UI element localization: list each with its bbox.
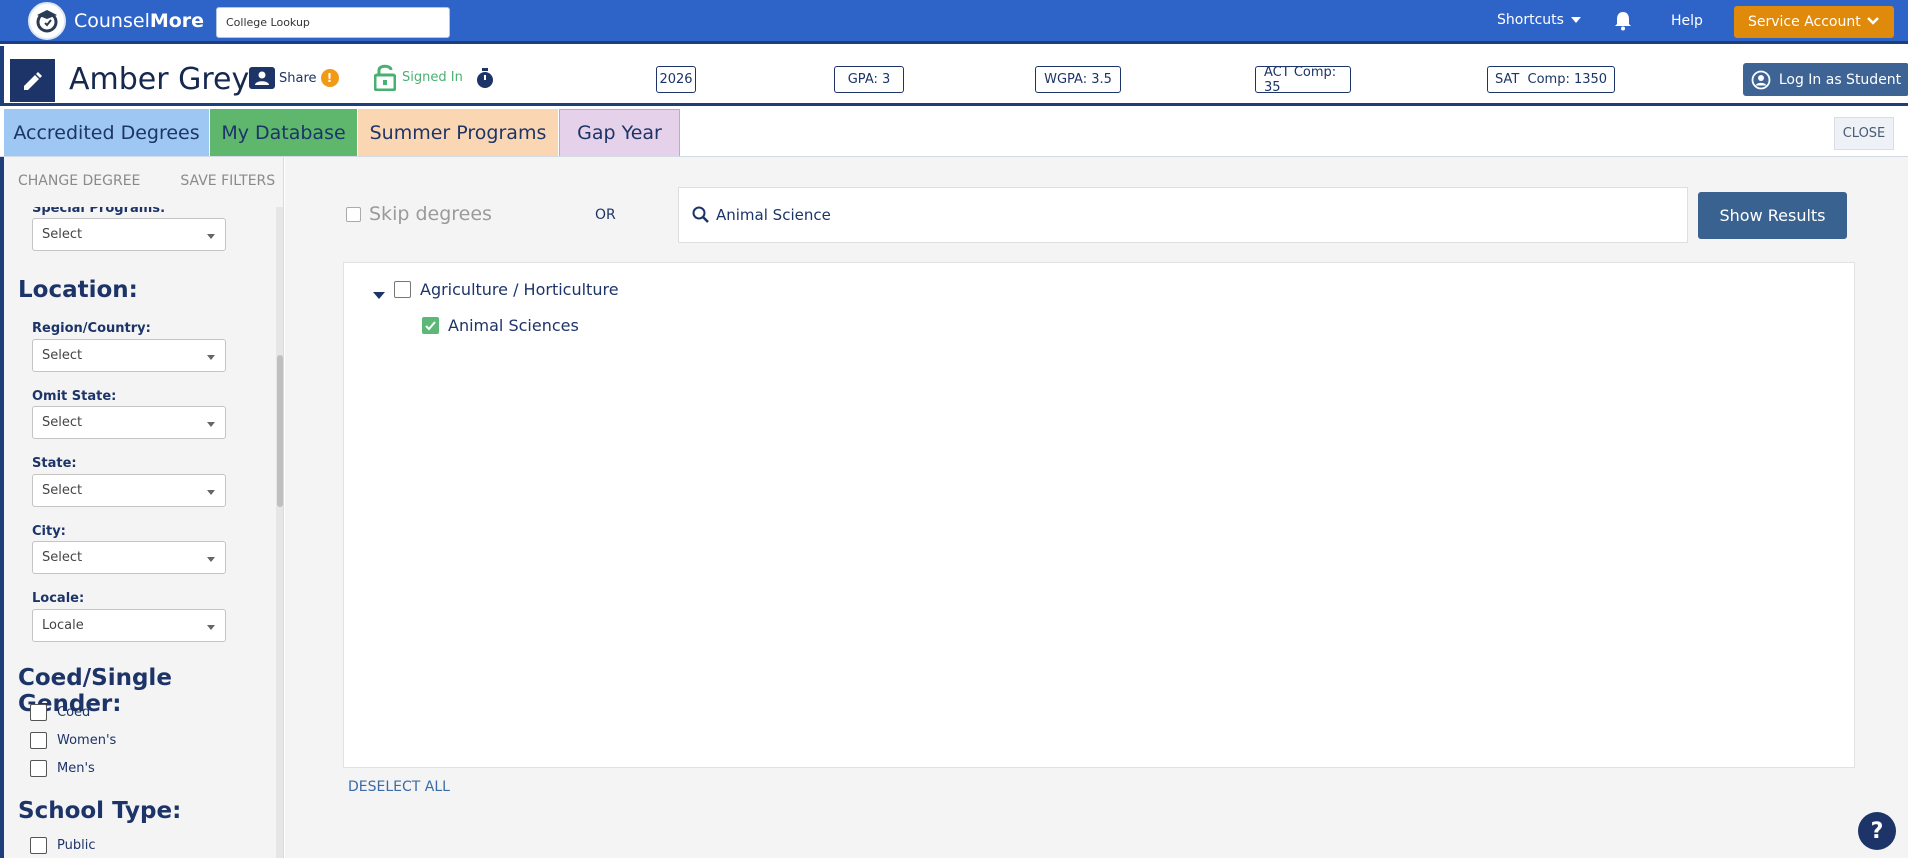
service-account-button[interactable]: Service Account [1734,6,1894,38]
mens-label: Men's [57,761,95,776]
search-icon [692,206,709,223]
pencil-icon [23,71,42,90]
caret-down-icon [207,557,215,562]
caret-down-icon [207,625,215,630]
college-lookup-input[interactable]: College Lookup [216,7,450,38]
signed-in-label: Signed In [402,69,463,85]
main-content: Skip degrees OR Animal Science Show Resu… [285,157,1908,858]
grad-year-badge: 2026 [656,66,696,93]
close-button[interactable]: CLOSE [1834,117,1894,150]
chevron-down-icon [1867,17,1879,25]
caret-down-icon [207,490,215,495]
school-type-heading: School Type: [18,798,182,824]
sidebar-scroll-area[interactable]: Special Programs: Select Location: Regio… [4,207,276,858]
locale-label: Locale: [32,591,85,606]
checkbox-box [30,837,47,854]
checkbox-box [30,760,47,777]
tree-item-label: Agriculture / Horticulture [420,280,619,299]
log-in-as-student-button[interactable]: Log In as Student [1743,63,1908,96]
caret-down-icon [1570,17,1581,23]
tree-item-label: Animal Sciences [448,316,579,335]
shortcuts-menu[interactable]: Shortcuts [1497,12,1581,28]
help-fab-button[interactable]: ? [1858,812,1896,850]
checkbox-box [30,704,47,721]
top-navbar: CounselMore College Lookup Shortcuts Hel… [0,0,1908,44]
signed-in-status[interactable]: Signed In [374,63,463,91]
sidebar-scrollbar-thumb[interactable] [277,355,283,507]
tab-summer-programs[interactable]: Summer Programs [358,109,558,157]
service-account-label: Service Account [1748,14,1861,30]
change-degree-link[interactable]: CHANGE DEGREE [18,173,140,189]
share-folder-icon [249,67,275,89]
student-info-bar: Amber Grey Share ! Signed In 2026 GPA: 3… [0,46,1908,106]
sidebar-actions: CHANGE DEGREE SAVE FILTERS [18,173,283,189]
tab-my-database[interactable]: My Database [210,109,357,157]
degree-search-input[interactable]: Animal Science [678,187,1688,243]
tree-item-animal-sciences[interactable]: Animal Sciences [422,316,579,335]
shortcuts-label: Shortcuts [1497,12,1564,28]
womens-label: Women's [57,733,117,748]
region-select[interactable]: Select [32,339,226,372]
coed-checkbox[interactable]: Coed [30,704,90,721]
help-link[interactable]: Help [1671,13,1703,29]
share-label: Share [279,70,317,86]
special-programs-select[interactable]: Select [32,218,226,251]
mens-checkbox[interactable]: Men's [30,760,95,777]
womens-checkbox[interactable]: Women's [30,732,116,749]
degree-tree-panel: Agriculture / Horticulture Animal Scienc… [343,262,1855,768]
share-button[interactable]: Share ! [249,67,339,89]
act-badge: ACT Comp: 35 [1255,65,1351,95]
graduation-cap-icon [28,2,66,40]
caret-down-icon [207,422,215,427]
tree-item-agriculture[interactable]: Agriculture / Horticulture [394,280,619,299]
stopwatch-icon[interactable] [476,68,494,92]
state-select[interactable]: Select [32,474,226,507]
caret-down-icon [207,355,215,360]
skip-degrees-checkbox[interactable]: Skip degrees [346,203,492,225]
public-checkbox[interactable]: Public [30,837,95,854]
caret-down-icon[interactable] [373,292,385,299]
filters-sidebar: CHANGE DEGREE SAVE FILTERS Special Progr… [0,157,284,858]
checkbox-box [30,732,47,749]
location-heading: Location: [18,277,138,303]
city-label: City: [32,524,66,539]
wgpa-badge: WGPA: 3.5 [1035,66,1121,93]
omit-state-select[interactable]: Select [32,406,226,439]
state-label: State: [32,456,77,471]
region-label: Region/Country: [32,321,151,336]
skip-degrees-label: Skip degrees [369,203,492,225]
coed-label: Coed [57,705,91,720]
omit-state-label: Omit State: [32,389,117,404]
log-in-as-student-label: Log In as Student [1778,71,1902,88]
special-programs-label: Special Programs: [32,207,166,216]
checkbox-box [346,206,361,222]
public-label: Public [57,838,96,853]
checkmark-icon [425,321,436,331]
or-label: OR [595,207,616,223]
edit-student-button[interactable] [10,59,55,102]
bell-icon[interactable] [1614,11,1632,35]
checkbox-checked [422,317,439,334]
sidebar-scrollbar[interactable] [276,207,283,858]
counselmore-logo[interactable]: CounselMore [28,2,204,40]
student-name: Amber Grey [69,62,250,97]
tab-gap-year[interactable]: Gap Year [559,109,680,157]
unlock-icon [374,64,396,91]
tab-accredited-degrees[interactable]: Accredited Degrees [4,109,209,157]
city-select[interactable]: Select [32,541,226,574]
save-filters-link[interactable]: SAVE FILTERS [180,173,275,189]
brand-name: CounselMore [74,10,205,32]
deselect-all-link[interactable]: DESELECT ALL [348,779,450,795]
search-value: Animal Science [716,206,831,224]
show-results-button[interactable]: Show Results [1698,192,1847,239]
alert-badge: ! [320,69,339,87]
user-circle-icon [1751,70,1771,89]
sat-badge: SAT Comp: 1350 [1487,66,1615,93]
locale-select[interactable]: Locale [32,609,226,642]
caret-down-icon [207,234,215,239]
gpa-badge: GPA: 3 [834,66,904,93]
checkbox-box [394,281,411,298]
